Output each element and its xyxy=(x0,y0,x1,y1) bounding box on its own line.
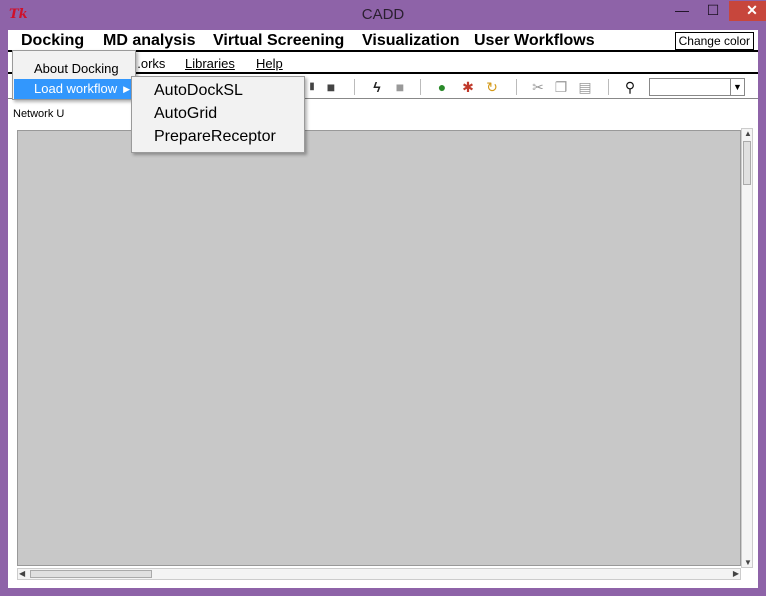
submenu-arrow-icon: ▶ xyxy=(123,84,130,94)
minimize-button[interactable]: — xyxy=(668,1,696,21)
bug-icon[interactable]: ✱ xyxy=(460,79,476,95)
horizontal-scrollbar[interactable]: ◀ ▶ xyxy=(17,568,741,580)
search-combobox[interactable]: ▼ xyxy=(649,78,745,96)
toolbar-separator xyxy=(608,79,609,95)
chevron-down-icon[interactable]: ▼ xyxy=(730,79,744,95)
pause-icon[interactable]: ▮ xyxy=(304,79,320,95)
menu-md-analysis[interactable]: MD analysis xyxy=(103,32,195,50)
close-button[interactable]: ✕ xyxy=(729,1,766,21)
change-color-button[interactable]: Change color xyxy=(674,32,754,50)
toolbar-separator xyxy=(354,79,355,95)
maximize-button[interactable]: ☐ xyxy=(699,1,727,21)
refresh-icon[interactable]: ↻ xyxy=(484,79,500,95)
menu-libraries[interactable]: Libraries xyxy=(185,56,235,71)
cut-icon[interactable]: ✂ xyxy=(530,79,546,95)
paste-icon[interactable]: ▤ xyxy=(577,79,593,95)
menu-item-label: Load workflow xyxy=(34,81,118,96)
title-bar[interactable]: Tk CADD — ☐ ✕ xyxy=(0,0,766,30)
menu-user-workflows[interactable]: User Workflows xyxy=(474,32,595,50)
binoculars-icon[interactable]: ⚲ xyxy=(622,79,638,95)
stop-gray-icon[interactable]: ■ xyxy=(392,79,408,95)
menu-virtual-screening[interactable]: Virtual Screening xyxy=(213,32,344,50)
network-canvas[interactable] xyxy=(17,130,741,566)
menu-item-about-docking[interactable]: About Docking xyxy=(14,59,134,79)
step-icon[interactable]: ● xyxy=(434,79,450,95)
run-lightning-icon[interactable]: ϟ xyxy=(369,79,385,95)
window-title: CADD xyxy=(361,6,405,23)
submenu-item-autodocksl[interactable]: AutoDockSL xyxy=(154,82,243,100)
tab-network[interactable]: Network U xyxy=(13,108,64,120)
toolbar-separator xyxy=(420,79,421,95)
menu-visualization[interactable]: Visualization xyxy=(362,32,460,50)
menu-docking[interactable]: Docking xyxy=(21,32,84,50)
scroll-up-icon[interactable]: ▲ xyxy=(744,129,752,138)
horizontal-scroll-thumb[interactable] xyxy=(30,570,152,578)
tab-strip: Network U xyxy=(8,105,758,125)
main-menubar: Docking MD analysis Virtual Screening Vi… xyxy=(8,30,758,52)
submenu-item-preparereceptor[interactable]: PrepareReceptor xyxy=(154,128,276,146)
submenu-item-autogrid[interactable]: AutoGrid xyxy=(154,105,217,123)
load-workflow-submenu: AutoDockSL AutoGrid PrepareReceptor xyxy=(131,76,305,153)
stop-icon[interactable]: ■ xyxy=(323,79,339,95)
scroll-down-icon[interactable]: ▼ xyxy=(744,558,752,567)
vertical-scroll-thumb[interactable] xyxy=(743,141,751,185)
copy-icon[interactable]: ❐ xyxy=(553,79,569,95)
vertical-scrollbar[interactable]: ▲ ▼ xyxy=(741,128,753,568)
menu-help[interactable]: Help xyxy=(256,56,283,71)
menu-item-load-workflow[interactable]: Load workflow ▶ xyxy=(14,79,134,99)
docking-dropdown-menu: About Docking Load workflow ▶ xyxy=(12,50,136,100)
app-window: Tk CADD — ☐ ✕ Docking MD analysis Virtua… xyxy=(0,0,766,596)
client-area: Docking MD analysis Virtual Screening Vi… xyxy=(8,30,758,588)
scroll-right-icon[interactable]: ▶ xyxy=(733,569,739,578)
scroll-left-icon[interactable]: ◀ xyxy=(19,569,25,578)
toolbar-separator xyxy=(516,79,517,95)
